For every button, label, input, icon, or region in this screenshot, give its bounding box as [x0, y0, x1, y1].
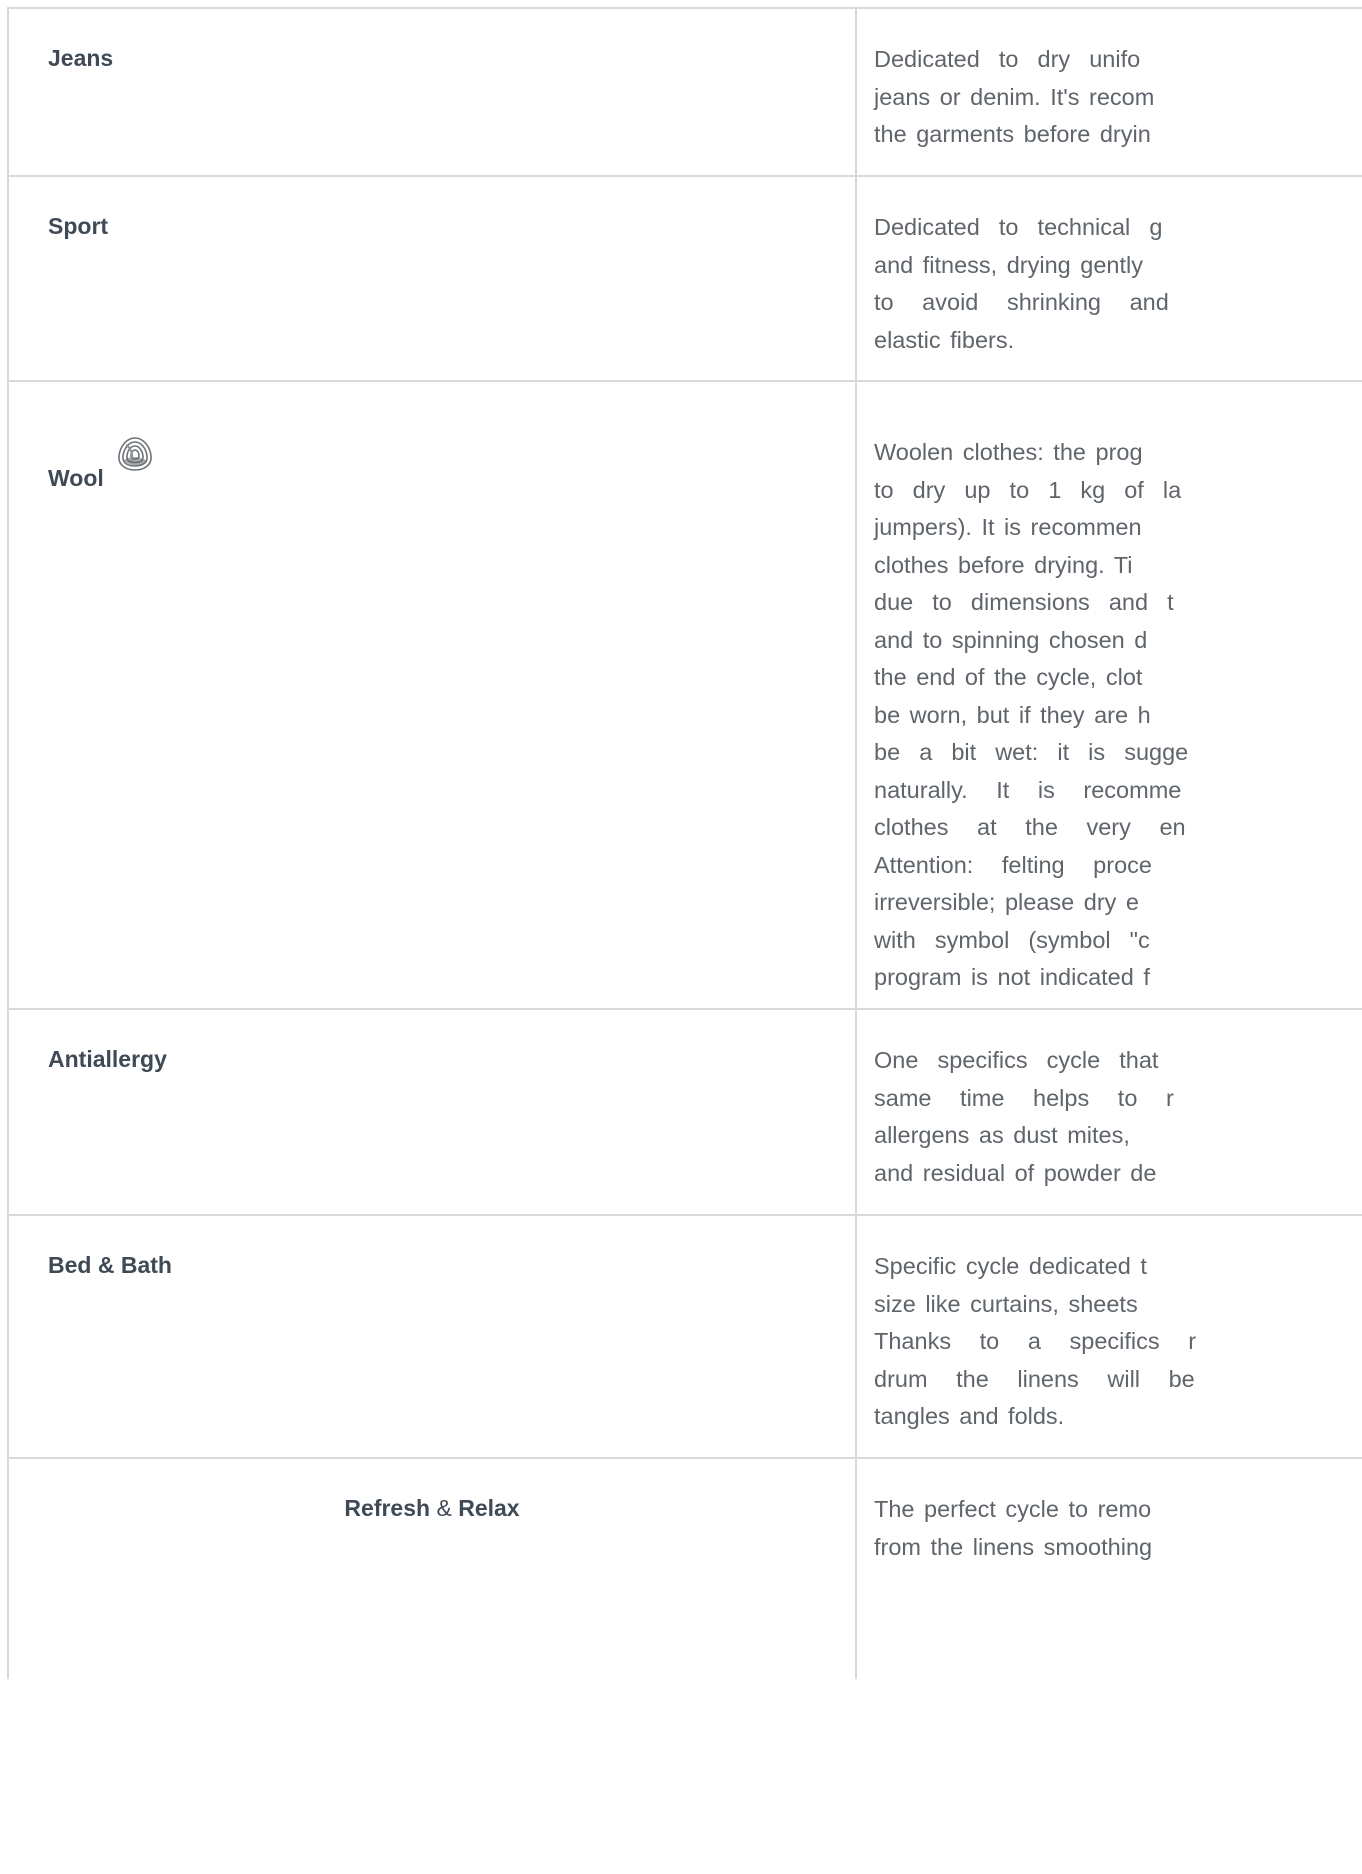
table-row: Wool Woolen clothes: the prog to dry up …	[7, 382, 1362, 1010]
description-line: allergens as dust mites,	[874, 1122, 1130, 1148]
description-line: clothes at the very en	[874, 814, 1186, 840]
description-line: the garments before dryin	[874, 121, 1151, 147]
description-line: Specific cycle dedicated t	[874, 1253, 1147, 1279]
description-line: program is not indicated f	[874, 964, 1150, 990]
description-line: Dedicated to technical g	[874, 214, 1163, 240]
description-line: size like curtains, sheets	[874, 1290, 1138, 1317]
program-name-cell: Wool	[7, 382, 857, 1008]
description-line: same time helps to r	[874, 1084, 1174, 1111]
description-line: Woolen clothes: the prog	[874, 439, 1143, 465]
description-line: jumpers). It is recommen	[874, 514, 1142, 540]
description-line: with symbol (symbol "c	[874, 926, 1150, 953]
program-name: Jeans	[48, 45, 114, 71]
program-description-cell: One specifics cycle that same time helps…	[857, 1010, 1362, 1214]
description-line: naturally. It is recomme	[874, 776, 1182, 803]
table-row: Sport Dedicated to technical g and fitne…	[7, 177, 1362, 382]
program-description-cell: Specific cycle dedicated t size like cur…	[857, 1216, 1362, 1457]
description-line: The perfect cycle to remo	[874, 1496, 1152, 1522]
description-line: from the linens smoothing	[874, 1533, 1153, 1560]
program-name-cell: Refresh & Relax	[7, 1459, 857, 1679]
program-name-part: Relax	[458, 1495, 520, 1521]
program-name-part: Refresh	[344, 1495, 431, 1521]
description-line: to avoid shrinking and	[874, 289, 1169, 315]
programs-table: Jeans Dedicated to dry unifo jeans or de…	[7, 7, 1362, 1679]
description-line: and fitness, drying gently	[874, 251, 1143, 278]
program-name: Wool	[48, 465, 104, 491]
wool-mark-icon	[116, 436, 154, 472]
table-row: Jeans Dedicated to dry unifo jeans or de…	[7, 9, 1362, 177]
program-name-cell: Sport	[7, 177, 857, 380]
description-line: due to dimensions and t	[874, 589, 1174, 615]
program-name-joiner: &	[436, 1495, 452, 1521]
program-name: Sport	[48, 213, 109, 239]
description-line: elastic fibers.	[874, 326, 1015, 353]
description-line: the end of the cycle, clot	[874, 664, 1143, 690]
program-description-cell: Dedicated to dry unifo jeans or denim. I…	[857, 9, 1362, 175]
description-line: Attention: felting proce	[874, 851, 1152, 878]
description-line: Dedicated to dry unifo	[874, 46, 1141, 72]
description-line: be a bit wet: it is sugge	[874, 739, 1189, 765]
description-line: jeans or denim. It's recom	[874, 83, 1155, 110]
program-name: Bed & Bath	[48, 1252, 172, 1278]
program-name-cell: Jeans	[7, 9, 857, 175]
description-line: Thanks to a specifics r	[874, 1328, 1197, 1354]
program-name-cell: Antiallergy	[7, 1010, 857, 1214]
description-line: and residual of powder de	[874, 1159, 1157, 1186]
program-description-cell: The perfect cycle to remo from the linen…	[857, 1459, 1362, 1679]
description-line: clothes before drying. Ti	[874, 551, 1133, 578]
description-line: be worn, but if they are h	[874, 701, 1151, 728]
description-line: drum the linens will be	[874, 1365, 1195, 1392]
description-line: One specifics cycle that	[874, 1047, 1159, 1073]
table-row: Bed & Bath Specific cycle dedicated t si…	[7, 1216, 1362, 1459]
description-line: tangles and folds.	[874, 1403, 1065, 1429]
program-name: Antiallergy	[48, 1046, 167, 1072]
table-row: Antiallergy One specifics cycle that sam…	[7, 1010, 1362, 1216]
description-line: to dry up to 1 kg of la	[874, 476, 1182, 503]
description-line: irreversible; please dry e	[874, 889, 1139, 915]
program-description-cell: Woolen clothes: the prog to dry up to 1 …	[857, 382, 1362, 1008]
description-line: and to spinning chosen d	[874, 626, 1148, 653]
program-name-cell: Bed & Bath	[7, 1216, 857, 1457]
program-description-cell: Dedicated to technical g and fitness, dr…	[857, 177, 1362, 380]
table-row: Refresh & Relax The perfect cycle to rem…	[7, 1459, 1362, 1679]
